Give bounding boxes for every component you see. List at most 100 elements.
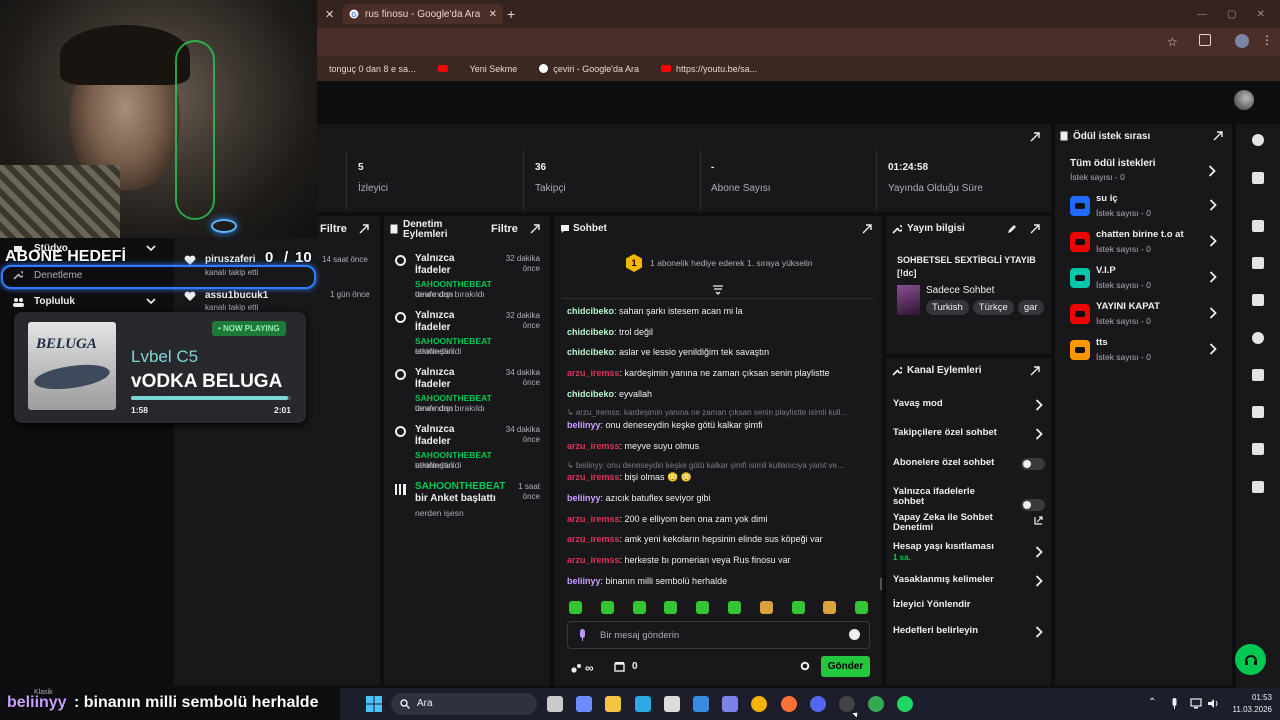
activity-user[interactable]: piruszaferi bbox=[205, 254, 256, 265]
bookmark-item[interactable]: Yeni Sekme bbox=[470, 64, 518, 74]
emote-icon[interactable] bbox=[791, 601, 805, 614]
copilot-icon[interactable] bbox=[576, 696, 593, 712]
chat-username[interactable]: arzu_iremss bbox=[567, 514, 620, 524]
channel-action-label[interactable]: Takipçilere özel sohbet bbox=[893, 428, 1003, 438]
actor-name[interactable]: SAHOONTHEBEAT bbox=[415, 481, 505, 492]
bookmark-item[interactable]: https://youtu.be/sa... bbox=[661, 64, 757, 74]
reward-name[interactable]: su iç bbox=[1096, 193, 1201, 204]
nav-community[interactable]: Topluluk bbox=[34, 296, 75, 307]
activity-filter-button[interactable]: Filtre bbox=[320, 223, 347, 235]
channel-action-label[interactable]: Yapay Zeka ile Sohbet Denetimi bbox=[893, 513, 1003, 533]
emote-icon[interactable] bbox=[696, 601, 710, 614]
channel-action-label[interactable]: Hedefleri belirleyin bbox=[893, 626, 1003, 636]
pinned-filter-icon[interactable] bbox=[713, 285, 723, 295]
tag[interactable]: Turkish bbox=[926, 300, 969, 315]
chat-username[interactable]: arzu_iremss bbox=[567, 368, 620, 378]
emoji-picker-icon[interactable] bbox=[849, 629, 860, 640]
profile-icon[interactable] bbox=[1235, 34, 1249, 48]
actor-name[interactable]: SAHOONTHEBEAT bbox=[415, 279, 492, 289]
chat-settings-icon[interactable] bbox=[800, 661, 810, 671]
edit-icon[interactable] bbox=[1252, 172, 1264, 184]
task-view-icon[interactable] bbox=[547, 696, 563, 712]
actor-name[interactable]: SAHOONTHEBEAT bbox=[415, 336, 492, 346]
bookmark-item[interactable] bbox=[437, 65, 448, 72]
channel-action-label[interactable]: Yasaklanmış kelimeler bbox=[893, 575, 1003, 585]
avatar[interactable] bbox=[1234, 90, 1254, 110]
actor-name[interactable]: SAHOONTHEBEAT bbox=[415, 393, 492, 403]
microphone-icon[interactable] bbox=[1170, 698, 1179, 710]
emote-icon[interactable] bbox=[855, 601, 869, 614]
store-indicator[interactable]: 0 bbox=[614, 661, 638, 672]
tag[interactable]: gar bbox=[1017, 300, 1044, 315]
tray-time[interactable]: 01:53 bbox=[1228, 693, 1272, 702]
store-icon[interactable] bbox=[663, 696, 680, 712]
wrench-icon[interactable] bbox=[1252, 443, 1264, 455]
taskbar-search[interactable]: Ara bbox=[391, 693, 537, 715]
channel-points[interactable]: ∞ bbox=[571, 661, 594, 675]
chat-username[interactable]: beliinyy bbox=[567, 576, 601, 586]
channel-action-label[interactable]: Yavaş mod bbox=[893, 399, 1003, 409]
category-boxart[interactable] bbox=[897, 285, 920, 315]
tray-date[interactable]: 11.03.2026 bbox=[1228, 705, 1272, 714]
reward-name[interactable]: tts bbox=[1096, 337, 1201, 348]
chevron-down-icon[interactable] bbox=[146, 245, 156, 252]
windows-start-icon[interactable] bbox=[366, 696, 382, 712]
popout-icon[interactable] bbox=[359, 224, 369, 234]
layout-icon[interactable] bbox=[1252, 406, 1264, 418]
nav-studio[interactable]: Stüdyo bbox=[34, 243, 68, 254]
tab-close-icon[interactable]: ✕ bbox=[489, 9, 497, 20]
toggle-switch[interactable] bbox=[1021, 458, 1045, 470]
edge-icon[interactable] bbox=[634, 696, 651, 712]
close-window-button[interactable]: ✕ bbox=[1256, 9, 1264, 20]
document-icon[interactable] bbox=[1252, 294, 1264, 306]
chat-username[interactable]: chidcibeko bbox=[567, 306, 614, 316]
reward-name[interactable]: YAYINI KAPAT bbox=[1096, 301, 1201, 312]
chat-username[interactable]: arzu_iremss bbox=[567, 472, 620, 482]
new-tab-button[interactable]: + bbox=[507, 4, 515, 24]
bookmark-item[interactable]: çeviri - Google'da Ara bbox=[539, 64, 639, 74]
chat-username[interactable]: chidcibeko bbox=[567, 389, 614, 399]
gift-prompt[interactable]: 1 abonelik hediye ederek 1. sıraya yükse… bbox=[650, 258, 813, 268]
info-icon[interactable] bbox=[1252, 134, 1264, 146]
popout-icon[interactable] bbox=[1030, 224, 1040, 234]
emote-icon[interactable] bbox=[728, 601, 741, 614]
tray-chevron-icon[interactable]: ⌃ bbox=[1148, 697, 1156, 708]
tab-active[interactable]: G rus finosu - Google'da Ara ✕ bbox=[343, 4, 503, 24]
points-icon[interactable] bbox=[1252, 481, 1264, 493]
channel-action-label[interactable]: Hesap yaşı kısıtlaması bbox=[893, 542, 1003, 552]
firefox-icon[interactable] bbox=[780, 696, 797, 712]
emote-icon[interactable] bbox=[823, 601, 837, 614]
nav-moderation[interactable]: Denetleme bbox=[34, 270, 82, 281]
actor-name[interactable]: SAHOONTHEBEAT bbox=[415, 450, 492, 460]
help-button[interactable] bbox=[1235, 644, 1266, 675]
microphone-icon[interactable] bbox=[578, 629, 587, 642]
reward-name[interactable]: V.I.P bbox=[1096, 265, 1201, 276]
toggle-switch[interactable] bbox=[1021, 499, 1045, 511]
chevron-down-icon[interactable] bbox=[146, 298, 156, 305]
chat-input[interactable]: Bir mesaj gönderin bbox=[567, 621, 870, 649]
popout-icon[interactable] bbox=[862, 224, 872, 234]
emote-icon[interactable] bbox=[569, 601, 582, 614]
emote-icon[interactable] bbox=[632, 601, 646, 614]
all-rewards-row[interactable]: Tüm ödül istekleri İstek sayısı - 0 bbox=[1070, 158, 1220, 184]
popout-icon[interactable] bbox=[1030, 366, 1040, 376]
outlook-icon[interactable] bbox=[693, 696, 709, 712]
chat-username[interactable]: arzu_iremss bbox=[567, 441, 620, 451]
maximize-button[interactable]: ▢ bbox=[1227, 9, 1236, 20]
reward-name[interactable]: chatten birine t.o at bbox=[1096, 229, 1201, 240]
chat-username[interactable]: arzu_iremss bbox=[567, 534, 620, 544]
volume-icon[interactable] bbox=[1207, 698, 1219, 709]
discord-icon[interactable] bbox=[809, 696, 826, 712]
minimize-button[interactable]: — bbox=[1197, 9, 1207, 20]
address-bar[interactable]: ☆ ⋮ bbox=[317, 28, 1280, 56]
chat-username[interactable]: beliinyy bbox=[567, 420, 601, 430]
obs-icon[interactable] bbox=[839, 696, 855, 712]
chat-username[interactable]: beliinyy bbox=[567, 493, 601, 503]
broadcast-icon[interactable] bbox=[1252, 369, 1264, 381]
popout-icon[interactable] bbox=[1213, 131, 1223, 141]
chat-username[interactable]: chidcibeko bbox=[567, 327, 614, 337]
teams-icon[interactable] bbox=[722, 696, 739, 712]
chat-username[interactable]: chidcibeko bbox=[567, 347, 614, 357]
edit-icon[interactable] bbox=[1007, 224, 1017, 234]
channel-action-label[interactable]: Yalnızca ifadelerle sohbet bbox=[893, 487, 1003, 507]
